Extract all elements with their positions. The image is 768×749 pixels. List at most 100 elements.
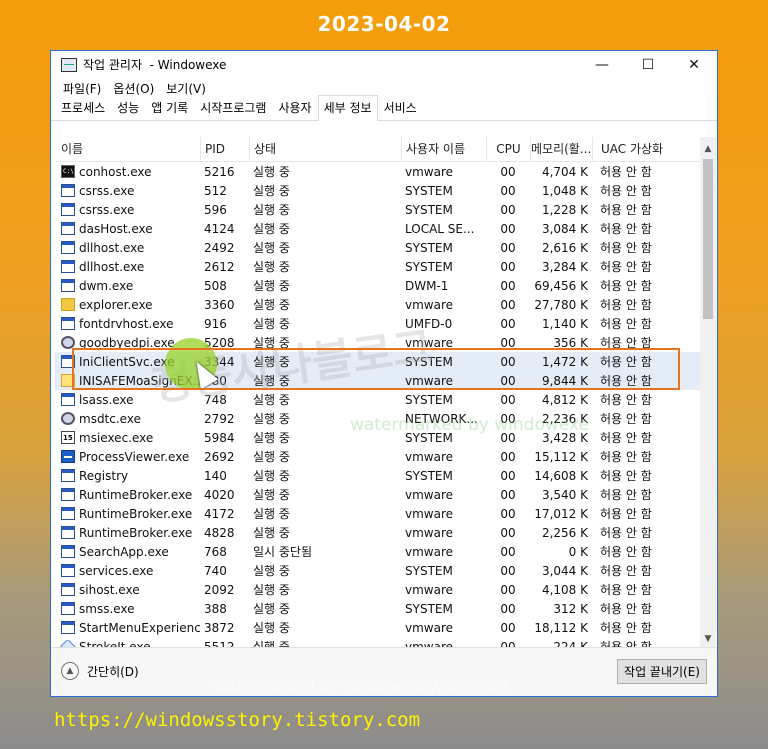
table-row[interactable]: RuntimeBroker.exe 4020 실행 중 vmware 00 3,540 K… [55,485,701,504]
cell-user: UMFD-0 [405,316,453,331]
process-name: csrss.exe [79,202,135,217]
menu-file[interactable]: 파일(F) [57,80,107,97]
process-name-cell: msiexec.exe [55,431,200,445]
process-name: ProcessViewer.exe [79,449,190,464]
cell-pid: 2612 [204,259,235,274]
table-row[interactable]: RuntimeBroker.exe 4828 실행 중 vmware 00 2,256 K… [55,523,701,542]
close-button[interactable]: ✕ [671,51,717,78]
process-name-cell: dllhost.exe [55,260,200,274]
column-cpu[interactable]: CPU [486,137,530,161]
table-row[interactable]: conhost.exe 5216 실행 중 vmware 00 4,704 K 허용 안 함 [55,162,701,181]
table-row[interactable]: IniClientSvc.exe 3344 실행 중 SYSTEM 00 1,472 K허… [55,352,701,371]
cell-cpu: 00 [500,525,516,540]
exe-process-icon [61,203,75,216]
tab-strip: 프로세스 성능 앱 기록 시작프로그램 사용자 세부 정보 서비스 [51,95,717,121]
cell-status: 실행 중 [253,621,290,635]
cell-status: 실행 중 [253,165,290,179]
table-row[interactable]: dllhost.exe 2492 실행 중 SYSTEM 00 2,616 K 허용 안 함 [55,238,701,257]
menu-options[interactable]: 옵션(O) [107,80,160,97]
table-row[interactable]: RuntimeBroker.exe 4172 실행 중 vmware 00 17,012 … [55,504,701,523]
minimize-button[interactable]: — [579,51,625,78]
table-row[interactable]: services.exe 740 실행 중 SYSTEM 00 3,044 K 허용 안 함 [55,561,701,580]
cell-status: 실행 중 [253,640,290,647]
tab-performance[interactable]: 성능 [111,95,145,120]
table-row[interactable]: dwm.exe 508 실행 중 DWM-1 00 69,456 K 허용 안 함 [55,276,701,295]
process-name-cell: RuntimeBroker.exe [55,488,200,502]
table-row[interactable]: dasHost.exe 4124 실행 중 LOCAL SE... 00 3,084 K 허… [55,219,701,238]
process-name-cell: dasHost.exe [55,222,200,236]
tab-users[interactable]: 사용자 [272,95,317,120]
scrollbar-thumb[interactable] [703,159,713,319]
table-row[interactable]: ProcessViewer.exe 2692 실행 중 vmware 00 15,112 … [55,447,701,466]
cell-uac: 허용 안 함 [600,431,652,445]
table-row[interactable]: INISAFEMoaSignEX... 980 실행 중 vmware 00 9,844 … [55,371,701,390]
table-row[interactable]: StrokeIt.exe 5512 실행 중 vmware 00 224 K 허용 안 함 [55,637,701,647]
cell-pid: 2692 [204,449,235,464]
scroll-down-icon[interactable]: ▼ [700,631,716,647]
process-name-cell: lsass.exe [55,393,200,407]
cell-mem: 69,456 K [534,278,588,293]
cell-mem: 18,112 K [534,620,588,635]
cell-user: vmware [405,506,454,521]
cell-cpu: 00 [500,316,516,331]
cell-user: vmware [405,373,454,388]
cell-mem: 27,780 K [534,297,588,312]
cell-pid: 5216 [204,164,235,179]
column-uac[interactable]: UAC 가상화 [592,137,692,161]
menu-view[interactable]: 보기(V) [160,80,212,97]
exe-process-icon [61,545,75,558]
tab-startup[interactable]: 시작프로그램 [194,95,272,120]
cell-pid: 140 [204,468,227,483]
cell-cpu: 00 [500,202,516,217]
column-name[interactable]: 이름 [55,137,200,161]
process-name: msiexec.exe [79,430,154,445]
process-name: dllhost.exe [79,240,145,255]
table-row[interactable]: msiexec.exe 5984 실행 중 SYSTEM 00 3,428 K 허용 안 함 [55,428,701,447]
table-row[interactable]: sihost.exe 2092 실행 중 vmware 00 4,108 K 허용 안 함 [55,580,701,599]
exe-process-icon [61,564,75,577]
fewer-details-button[interactable]: ▲ 간단히(D) [61,662,139,680]
table-row[interactable]: smss.exe 388 실행 중 SYSTEM 00 312 K 허용 안 함 [55,599,701,618]
cell-pid: 4828 [204,525,235,540]
gear-process-icon [61,412,75,425]
maximize-button[interactable]: ☐ [625,51,671,78]
column-user[interactable]: 사용자 이름 [401,137,486,161]
table-row[interactable]: SearchApp.exe 768 일시 중단됨 vmware 00 0 K 허용 안 함 [55,542,701,561]
table-row[interactable]: StartMenuExperienc... 3872 실행 중 vmware 00 18,… [55,618,701,637]
tab-app-history[interactable]: 앱 기록 [145,95,194,120]
tab-services[interactable]: 서비스 [378,95,423,120]
table-row[interactable]: dllhost.exe 2612 실행 중 SYSTEM 00 3,284 K 허용 안 함 [55,257,701,276]
column-memory[interactable]: 메모리(활... [530,137,592,161]
vertical-scrollbar[interactable]: ▲ ▼ [700,137,716,647]
table-row[interactable]: fontdrvhost.exe 916 실행 중 UMFD-0 00 1,140 K 허용 … [55,314,701,333]
cell-mem: 1,048 K [541,183,588,198]
tab-processes[interactable]: 프로세스 [55,95,111,120]
table-row[interactable]: csrss.exe 596 실행 중 SYSTEM 00 1,228 K 허용 안 함 [55,200,701,219]
table-row[interactable]: msdtc.exe 2792 실행 중 NETWORK... 00 2,236 K 허용 안… [55,409,701,428]
cell-uac: 허용 안 함 [600,374,652,388]
column-status[interactable]: 상태 [249,137,401,161]
table-header: 이름 PID 상태 사용자 이름 CPU 메모리(활... UAC 가상화 [55,137,701,162]
exe-process-icon [61,241,75,254]
end-task-button[interactable]: 작업 끝내기(E) [617,659,707,684]
cell-mem: 2,256 K [541,525,588,540]
table-row[interactable]: csrss.exe 512 실행 중 SYSTEM 00 1,048 K 허용 안 함 [55,181,701,200]
table-row[interactable]: lsass.exe 748 실행 중 SYSTEM 00 4,812 K 허용 안 함 [55,390,701,409]
scroll-up-icon[interactable]: ▲ [700,141,716,157]
table-row[interactable]: goodbyedpi.exe 5208 실행 중 vmware 00 356 K 허용 안 … [55,333,701,352]
tab-details[interactable]: 세부 정보 [317,95,378,121]
cell-cpu: 00 [500,430,516,445]
cell-cpu: 00 [500,411,516,426]
cell-status: 실행 중 [253,374,290,388]
cell-uac: 허용 안 함 [600,583,652,597]
cell-pid: 508 [204,278,227,293]
cell-uac: 허용 안 함 [600,469,652,483]
process-name: StrokeIt.exe [79,639,151,648]
table-row[interactable]: explorer.exe 3360 실행 중 vmware 00 27,780 K 허용 안… [55,295,701,314]
column-pid[interactable]: PID [200,137,249,161]
table-row[interactable]: Registry 140 실행 중 SYSTEM 00 14,608 K 허용 안 함 [55,466,701,485]
cell-cpu: 00 [500,601,516,616]
process-name: RuntimeBroker.exe [79,506,193,521]
cell-user: vmware [405,582,454,597]
title-bar[interactable]: 작업 관리자 - Windowexe — ☐ ✕ [51,51,717,78]
